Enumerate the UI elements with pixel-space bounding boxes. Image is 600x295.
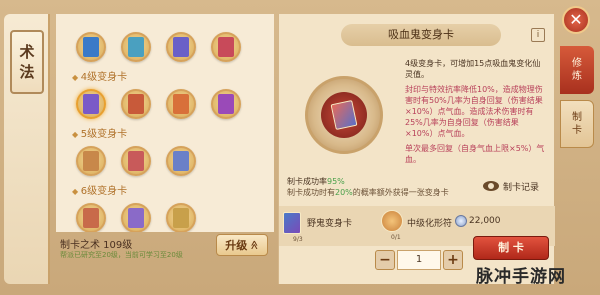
bonus-note-pct: 20% <box>335 188 353 197</box>
tab-make-card-char-2: 卡 <box>572 125 582 136</box>
card-list-panel: 4级变身卡 5级变身卡 6级变身卡 <box>56 14 274 232</box>
talisman-icon <box>381 210 403 232</box>
tab-make-card-char-1: 制 <box>572 112 582 123</box>
ghost-card-icon <box>283 212 301 234</box>
card-face-icon <box>330 99 358 131</box>
tab-cultivate-char-1: 修 <box>572 58 582 69</box>
info-icon[interactable]: i <box>531 28 545 42</box>
card-description: 4级变身卡，可增加15点吸血鬼变化仙灵值。 封印与特效抗率降低10%，造成物理伤… <box>405 58 545 169</box>
bonus-note-pre: 制卡成功时有 <box>287 188 335 197</box>
card-item[interactable] <box>76 203 106 232</box>
section-label-level5: 5级变身卡 <box>72 125 274 140</box>
card-icon <box>128 37 144 57</box>
make-card-button[interactable]: 制 卡 <box>473 236 549 260</box>
card-icon <box>173 151 189 171</box>
card-item[interactable] <box>121 32 151 62</box>
card-item[interactable] <box>211 32 241 62</box>
tab-spell-char-2: 法 <box>19 63 35 81</box>
plus-button[interactable]: + <box>443 250 463 270</box>
craft-record-button[interactable]: 制卡记录 <box>483 176 549 196</box>
card-item[interactable] <box>166 146 196 176</box>
card-icon <box>83 94 99 114</box>
eye-icon <box>483 181 499 191</box>
card-icon <box>173 94 189 114</box>
card-row <box>56 203 274 232</box>
talisman-count: 0/1 <box>391 234 401 241</box>
card-icon <box>218 94 234 114</box>
section-label-level6: 6级变身卡 <box>72 182 274 197</box>
card-title: 吸血鬼变身卡 <box>341 24 501 46</box>
tab-spell[interactable]: 术 法 <box>10 30 44 94</box>
desc-line: 单次最多回复（自身气血上限×5%）气血。 <box>405 144 545 164</box>
card-item[interactable] <box>121 89 151 119</box>
skill-level-note: 帮派已研究至20级，当前可学习至20级 <box>60 251 183 259</box>
success-rate: 制卡成功率95% <box>287 176 345 187</box>
tab-cultivate[interactable]: 修 炼 <box>560 46 594 94</box>
card-emblem <box>321 92 367 138</box>
card-icon <box>173 37 189 57</box>
card-item[interactable] <box>166 89 196 119</box>
bonus-note: 制卡成功时有20%的概率额外获得一张变身卡 <box>287 187 449 198</box>
card-icon <box>128 208 144 228</box>
site-watermark: 脉冲手游网 <box>476 267 566 287</box>
desc-line: 封印与特效抗率降低10%，造成物理伤害时有50%几率为自身回复（伤害结果×10%… <box>405 85 543 138</box>
game-window: 术 法 4级变身卡 5级变身卡 6级变身卡 <box>0 0 600 295</box>
card-item[interactable] <box>76 146 106 176</box>
coin-cost: 22,000 <box>469 216 501 226</box>
card-icon <box>83 208 99 228</box>
card-item[interactable] <box>166 203 196 232</box>
card-row <box>56 146 274 176</box>
card-item-selected[interactable] <box>76 89 106 119</box>
card-item[interactable] <box>121 146 151 176</box>
tab-make-card[interactable]: 制 卡 <box>560 100 594 148</box>
skill-level-title: 制卡之术 109级 <box>60 240 133 251</box>
card-icon <box>218 37 234 57</box>
silver-coin-icon <box>455 215 467 227</box>
card-item[interactable] <box>121 203 151 232</box>
card-item[interactable] <box>211 89 241 119</box>
card-icon <box>83 37 99 57</box>
upgrade-label: 升级 <box>225 239 248 252</box>
upgrade-button[interactable]: 升级 ≪ <box>216 234 268 256</box>
card-item[interactable] <box>166 32 196 62</box>
tab-cultivate-char-2: 炼 <box>572 71 582 82</box>
card-row <box>56 89 274 119</box>
card-row <box>56 32 274 62</box>
success-rate-label: 制卡成功率 <box>287 177 327 186</box>
craft-record-label: 制卡记录 <box>503 182 540 193</box>
card-icon <box>128 94 144 114</box>
skill-level-area: 制卡之术 109级 帮派已研究至20级，当前可学习至20级 升级 ≪ <box>56 234 274 284</box>
bonus-note-post: 的概率额外获得一张变身卡 <box>352 188 449 197</box>
talisman-label: 中级化形符 <box>407 219 453 229</box>
card-detail-panel: 吸血鬼变身卡 i 4级变身卡，可增加15点吸血鬼变化仙灵值。 封印与特效抗率降低… <box>278 14 555 284</box>
desc-line: 4级变身卡，可增加15点吸血鬼变化仙灵值。 <box>405 59 541 79</box>
card-item[interactable] <box>76 32 106 62</box>
ghost-card-count: 9/3 <box>293 236 303 243</box>
double-chevron-icon: ≪ <box>248 240 259 250</box>
card-icon <box>128 151 144 171</box>
ghost-card-label: 野鬼变身卡 <box>307 219 353 229</box>
quantity-field[interactable]: 1 <box>397 250 441 270</box>
close-icon[interactable]: ✕ <box>562 6 590 34</box>
card-icon <box>173 208 189 228</box>
card-icon <box>83 151 99 171</box>
selected-card-image <box>305 76 383 154</box>
success-rate-value: 95% <box>327 177 345 186</box>
section-label-level4: 4级变身卡 <box>72 68 274 83</box>
tab-spell-char-1: 术 <box>19 43 35 61</box>
minus-button[interactable]: − <box>375 250 395 270</box>
